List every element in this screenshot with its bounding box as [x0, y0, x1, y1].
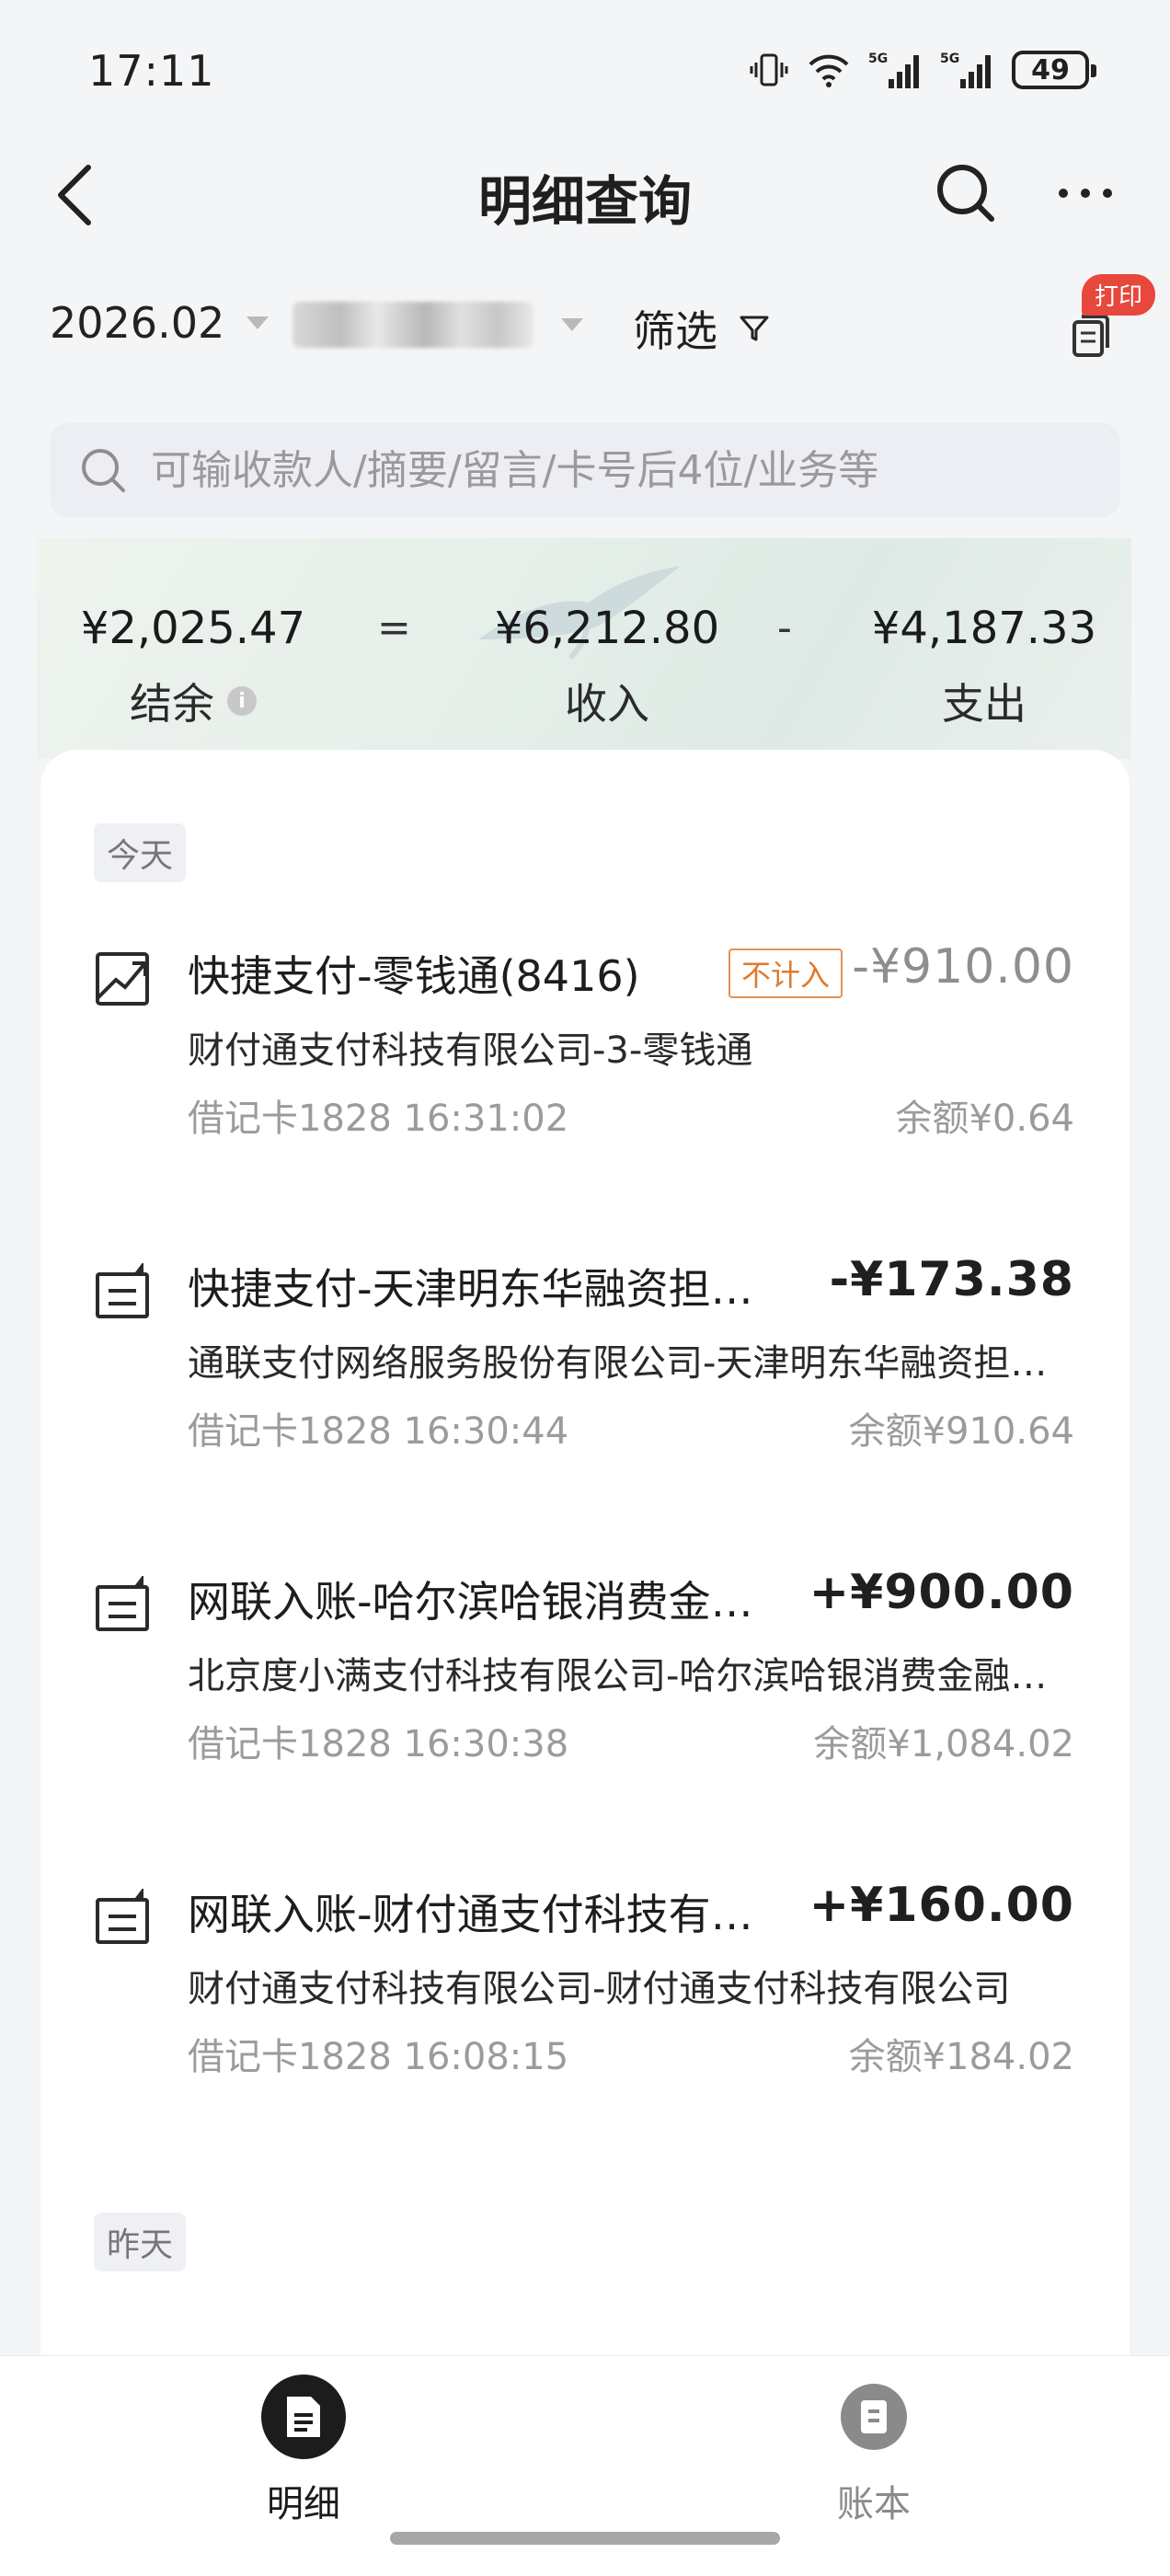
excluded-badge: 不计入: [728, 949, 843, 998]
filter-row: 2026.02 筛选: [0, 285, 1170, 377]
balance-label-row: 结余 i: [64, 671, 322, 731]
tab-label: 账本: [837, 2483, 911, 2525]
search-button[interactable]: [929, 156, 1003, 230]
more-icon: [1059, 189, 1112, 198]
transaction-meta: 借记卡1828 16:30:44: [188, 1410, 569, 1453]
search-field[interactable]: [50, 423, 1120, 517]
signal-5g-icon: 5G: [868, 52, 919, 88]
funnel-icon: [740, 316, 769, 341]
status-icons: 5G 5G 49: [749, 50, 1096, 90]
transaction-amount: +¥900.00: [809, 1565, 1074, 1620]
transaction-balance: 余额¥184.02: [848, 2036, 1074, 2078]
transaction-counterparty: 通联支付网络服务股份有限公司-天津明东华融资担…: [188, 1342, 1048, 1385]
more-button[interactable]: [1049, 166, 1122, 221]
masked-account: [292, 302, 533, 348]
transaction-title: 网联入账-哈尔滨哈银消费金…: [188, 1577, 753, 1627]
transaction-title: 快捷支付-零钱通(8416): [188, 951, 640, 1001]
balance-label: 结余: [130, 679, 214, 729]
search-icon: [937, 165, 994, 222]
tab-ledger[interactable]: 账本: [736, 2356, 1012, 2540]
signal-5g-icon-2: 5G: [940, 52, 991, 88]
transaction-amount: -¥173.38: [829, 1252, 1074, 1307]
transaction-balance: 余额¥0.64: [895, 1098, 1074, 1140]
minus-sign: -: [777, 604, 792, 651]
svg-text:5G: 5G: [868, 52, 888, 66]
transaction-item[interactable]: 快捷支付-零钱通(8416) 不计入 -¥910.00 财付通支付科技有限公司-…: [40, 906, 1130, 1182]
income-amount: ¥6,212.80: [494, 603, 720, 654]
transaction-amount: +¥160.00: [809, 1878, 1074, 1933]
home-indicator[interactable]: [390, 2532, 780, 2545]
expense-summary: ¥4,187.33 支出: [846, 603, 1122, 731]
transaction-title: 网联入账-财付通支付科技有…: [188, 1890, 753, 1939]
transaction-balance: 余额¥1,084.02: [813, 1723, 1074, 1765]
day-tag-yesterday: 昨天: [94, 2213, 187, 2271]
account-selector[interactable]: [292, 302, 583, 348]
transaction-counterparty: 财付通支付科技有限公司-3-零钱通: [188, 1029, 753, 1072]
receipt-icon: [96, 1576, 149, 1631]
filter-label: 筛选: [633, 306, 717, 356]
wifi-icon: [809, 54, 849, 87]
vibrate-icon: [750, 53, 788, 86]
transaction-balance: 余额¥910.64: [848, 1410, 1074, 1453]
transaction-meta: 借记卡1828 16:08:15: [188, 2036, 569, 2078]
caret-down-icon: [247, 316, 270, 329]
info-icon[interactable]: i: [227, 686, 257, 716]
search-input[interactable]: [151, 446, 1071, 494]
svg-text:5G: 5G: [940, 52, 959, 66]
transaction-list: 今天 快捷支付-零钱通(8416) 不计入 -¥910.00 财付通支付科技有限…: [40, 750, 1130, 2355]
transaction-item[interactable]: 快捷支付-天津明东华融资担… -¥173.38 通联支付网络服务股份有限公司-天…: [40, 1219, 1130, 1495]
receipt-icon: [96, 1263, 149, 1318]
day-tag-today: 今天: [94, 823, 187, 882]
receipt-icon: [96, 1889, 149, 1944]
ledger-icon: [832, 2375, 916, 2459]
equals-sign: =: [377, 604, 411, 651]
transaction-counterparty: 北京度小满支付科技有限公司-哈尔滨哈银消费金融…: [188, 1655, 1048, 1697]
income-summary: ¥6,212.80 收入: [469, 603, 745, 731]
date-selector[interactable]: 2026.02: [50, 298, 270, 348]
balance-summary: ¥2,025.47 结余 i: [64, 603, 322, 731]
status-time: 17:11: [88, 46, 215, 96]
print-badge: 打印: [1082, 274, 1156, 316]
status-bar: 17:11 5G 5G 49: [0, 0, 1170, 147]
income-label: 收入: [565, 679, 649, 729]
transaction-item[interactable]: 网联入账-哈尔滨哈银消费金… +¥900.00 北京度小满支付科技有限公司-哈尔…: [40, 1532, 1130, 1808]
trend-icon: [96, 952, 149, 1006]
transaction-meta: 借记卡1828 16:30:38: [188, 1723, 569, 1765]
tab-label: 明细: [267, 2483, 340, 2525]
summary-banner: ¥2,025.47 结余 i = ¥6,212.80 收入 - ¥4,187.3…: [37, 538, 1131, 759]
transaction-item[interactable]: 网联入账-财付通支付科技有… +¥160.00 财付通支付科技有限公司-财付通支…: [40, 1845, 1130, 2121]
date-value: 2026.02: [50, 298, 225, 348]
document-icon: [261, 2375, 346, 2459]
caret-down-icon: [561, 318, 583, 331]
nav-bar: 明细查询: [0, 138, 1170, 248]
expense-amount: ¥4,187.33: [871, 603, 1097, 654]
filter-button[interactable]: 筛选: [633, 298, 771, 359]
battery-level: 49: [1031, 53, 1070, 86]
transaction-title: 快捷支付-天津明东华融资担…: [188, 1264, 753, 1314]
tab-detail[interactable]: 明细: [166, 2356, 442, 2540]
transaction-amount: -¥910.00: [852, 939, 1074, 995]
search-icon: [82, 449, 125, 492]
transaction-meta: 借记卡1828 16:31:02: [188, 1098, 569, 1140]
transaction-counterparty: 财付通支付科技有限公司-财付通支付科技有限公司: [188, 1968, 1011, 2010]
balance-amount: ¥2,025.47: [80, 603, 306, 654]
expense-label: 支出: [942, 679, 1027, 729]
battery-indicator: 49: [1012, 51, 1096, 89]
